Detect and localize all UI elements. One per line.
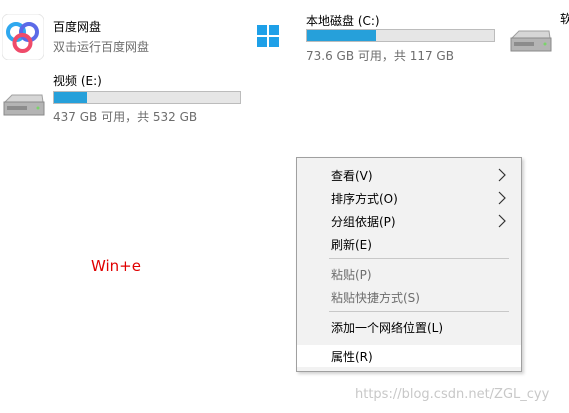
hard-drive-icon xyxy=(2,92,46,124)
hard-drive-icon xyxy=(509,28,553,60)
menu-item-paste-shortcut[interactable]: 粘贴快捷方式(S) xyxy=(297,286,521,308)
baidu-netdisk-item[interactable]: 百度网盘 双击运行百度网盘 xyxy=(0,12,200,62)
partial-drive-label-clip: 软 xyxy=(560,8,569,30)
drive-e-usage-fill xyxy=(54,92,88,103)
menu-item-properties[interactable]: 属性(R) xyxy=(297,345,521,367)
drive-e-usage-text: 437 GB 可用，共 532 GB xyxy=(53,110,198,124)
chevron-right-icon xyxy=(497,167,507,186)
menu-item-refresh[interactable]: 刷新(E) xyxy=(297,233,521,255)
drive-c-name: 本地磁盘 (C:) xyxy=(306,14,380,28)
drive-e-usage-bar xyxy=(53,91,241,104)
menu-item-label: 添加一个网络位置(L) xyxy=(331,321,444,335)
menu-item-group-by[interactable]: 分组依据(P) xyxy=(297,210,521,232)
drive-e-name: 视频 (E:) xyxy=(53,74,102,88)
menu-item-add-network-location[interactable]: 添加一个网络位置(L) xyxy=(297,316,521,338)
menu-item-label: 查看(V) xyxy=(331,169,373,183)
baidu-netdisk-name: 百度网盘 xyxy=(53,20,102,34)
drive-c-item[interactable]: 本地磁盘 (C:) 73.6 GB 可用，共 117 GB xyxy=(253,8,503,63)
shortcut-hint: Win+e xyxy=(91,257,141,275)
context-menu: 查看(V) 排序方式(O) 分组依据(P) 刷新(E) 粘贴(P) 粘贴快捷方式… xyxy=(296,157,522,372)
menu-separator xyxy=(329,258,509,259)
menu-item-label: 粘贴快捷方式(S) xyxy=(331,291,420,305)
menu-item-paste[interactable]: 粘贴(P) xyxy=(297,263,521,285)
drive-c-usage-bar xyxy=(306,29,495,42)
partial-drive-label: 软 xyxy=(560,12,569,26)
menu-item-label: 刷新(E) xyxy=(331,238,372,252)
baidu-netdisk-description: 双击运行百度网盘 xyxy=(53,40,150,54)
menu-item-label: 分组依据(P) xyxy=(331,215,396,229)
windows-drive-icon xyxy=(256,24,280,48)
menu-item-view[interactable]: 查看(V) xyxy=(297,164,521,186)
chevron-right-icon xyxy=(497,213,507,232)
menu-item-label: 排序方式(O) xyxy=(331,192,398,206)
drive-e-item[interactable]: 视频 (E:) 437 GB 可用，共 532 GB xyxy=(0,70,250,125)
menu-item-sort-by[interactable]: 排序方式(O) xyxy=(297,187,521,209)
watermark: https://blog.csdn.net/ZGL_cyy xyxy=(355,387,550,402)
chevron-right-icon xyxy=(497,190,507,209)
baidu-netdisk-icon xyxy=(1,13,45,61)
menu-separator xyxy=(329,311,509,312)
partial-drive-item[interactable] xyxy=(505,28,555,58)
drive-c-usage-fill xyxy=(307,30,377,41)
menu-item-label: 属性(R) xyxy=(331,350,373,364)
menu-item-label: 粘贴(P) xyxy=(331,268,372,282)
drive-c-usage-text: 73.6 GB 可用，共 117 GB xyxy=(306,49,454,63)
